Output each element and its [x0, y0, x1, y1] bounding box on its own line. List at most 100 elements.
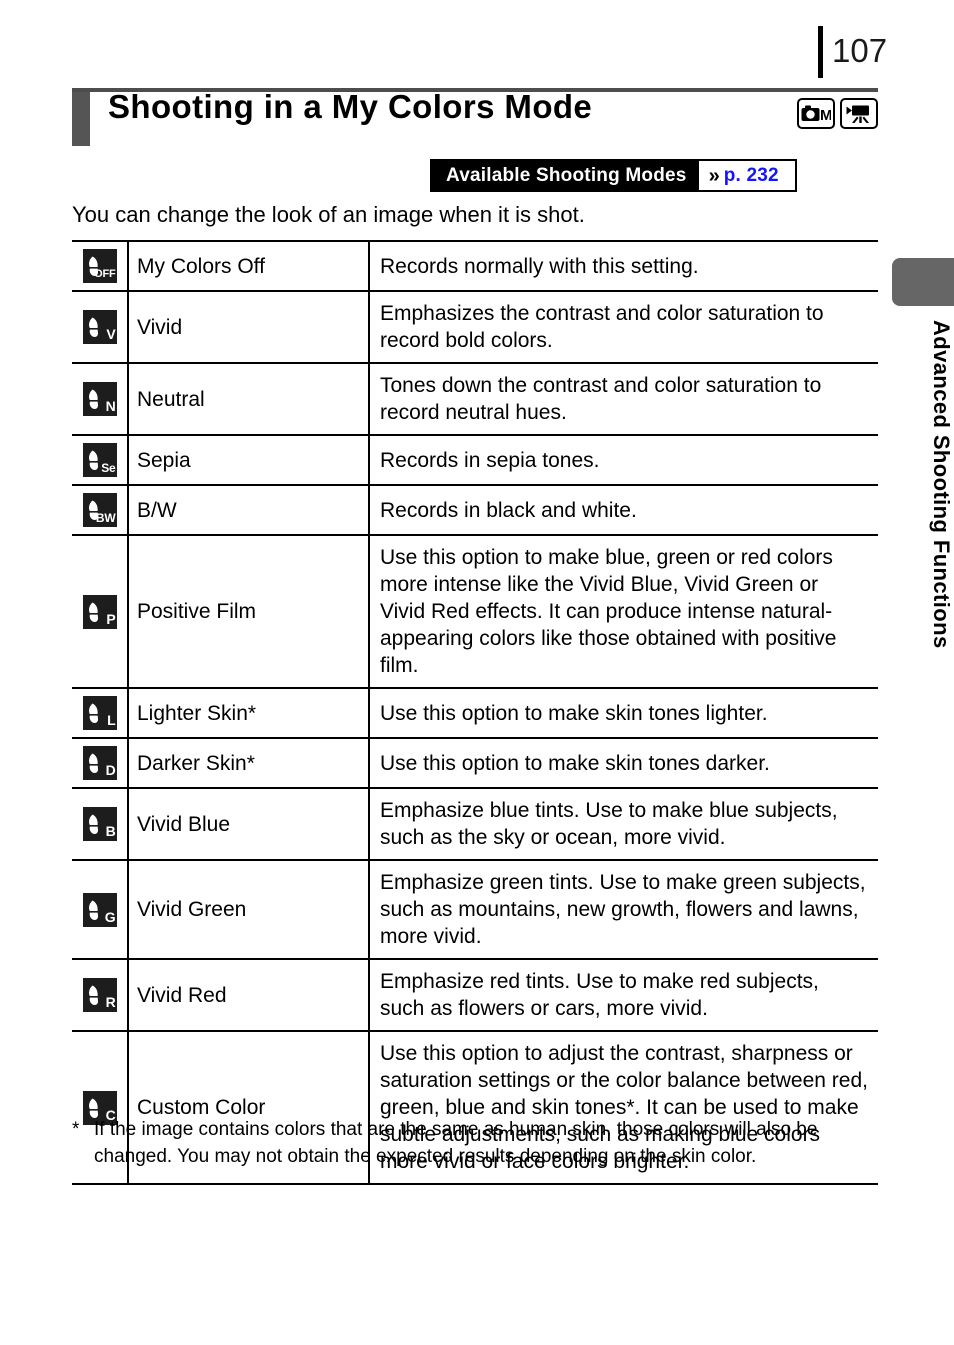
available-shooting-modes-label: Available Shooting Modes	[432, 161, 699, 190]
table-row: V Vivid Emphasizes the contrast and color …	[72, 290, 878, 364]
table-row: BW B/W Records in black and white.	[72, 484, 878, 536]
table-row: P Positive Film Use this option to make bl…	[72, 534, 878, 689]
option-description-cell: Tones down the contrast and color satura…	[369, 362, 878, 436]
page-title: Shooting in a My Colors Mode	[108, 88, 593, 125]
option-description: Records normally with this setting.	[380, 254, 699, 278]
option-name-cell: Vivid	[127, 290, 370, 364]
mode-icons-group: M	[797, 98, 878, 129]
table-row: R Vivid Red Emphasize red tints. Use to ma…	[72, 958, 878, 1032]
option-icon-cell: Se	[72, 434, 128, 486]
chapter-side-tab: Advanced Shooting Functions	[892, 258, 954, 649]
page-header: 107	[0, 18, 954, 78]
title-row: Shooting in a My Colors Mode M	[72, 88, 878, 146]
my-colors-vivid-red-icon: R	[82, 978, 117, 1012]
option-description: Use this option to make blue, green or r…	[380, 546, 837, 677]
my-colors-lighter-skin-icon: L	[82, 696, 117, 730]
my-colors-sepia-icon: Se	[82, 443, 117, 477]
table-row: Se Sepia Records in sepia tones.	[72, 434, 878, 486]
table-row: N Neutral Tones down the contrast and colo…	[72, 362, 878, 436]
option-name: Darker Skin*	[137, 751, 255, 775]
footnote: * If the image contains colors that are …	[72, 1116, 872, 1170]
option-description: Emphasize green tints. Use to make green…	[380, 871, 866, 948]
double-chevron-right-icon: »	[708, 164, 720, 187]
option-description: Records in sepia tones.	[380, 448, 600, 472]
option-name: Sepia	[137, 448, 191, 472]
option-name: My Colors Off	[137, 254, 265, 278]
option-name-cell: Vivid Red	[127, 958, 370, 1032]
intro-paragraph: You can change the look of an image when…	[72, 202, 585, 227]
option-description: Use this option to make skin tones light…	[380, 701, 768, 725]
option-icon-cell: N	[72, 362, 128, 436]
option-name: B/W	[137, 498, 177, 522]
my-colors-neutral-icon: N	[82, 382, 117, 416]
option-name-cell: Vivid Blue	[127, 787, 370, 861]
my-colors-options-body: OFF My Colors Off Records normally with th…	[72, 240, 878, 1185]
option-description: Use this option to make skin tones darke…	[380, 751, 770, 775]
chapter-tab-swatch	[892, 258, 954, 306]
option-description-cell: Records in black and white.	[369, 484, 878, 536]
option-description-cell: Records in sepia tones.	[369, 434, 878, 486]
option-icon-cell: OFF	[72, 240, 128, 292]
option-name-cell: B/W	[127, 484, 370, 536]
option-name: Lighter Skin*	[137, 701, 257, 725]
option-icon-cell: D	[72, 737, 128, 789]
option-description: Records in black and white.	[380, 498, 637, 522]
option-description-cell: Emphasizes the contrast and color satura…	[369, 290, 878, 364]
option-description-cell: Records normally with this setting.	[369, 240, 878, 292]
option-description-cell: Use this option to make blue, green or r…	[369, 534, 878, 689]
available-shooting-modes-reference[interactable]: » p. 232	[698, 161, 795, 190]
option-icon-cell: P	[72, 534, 128, 689]
page-number: 107	[832, 32, 888, 69]
footnote-text: If the image contains colors that are th…	[94, 1119, 818, 1167]
my-colors-off-icon: OFF	[82, 249, 117, 283]
option-icon-cell: V	[72, 290, 128, 364]
my-colors-bw-icon: BW	[82, 493, 117, 527]
option-icon-cell: BW	[72, 484, 128, 536]
option-icon-cell: G	[72, 859, 128, 960]
page-reference-link[interactable]: p. 232	[724, 165, 779, 187]
option-name: Vivid Blue	[137, 812, 231, 836]
my-colors-vivid-green-icon: G	[82, 892, 117, 927]
option-name: Vivid Green	[137, 898, 247, 921]
option-icon-cell: R	[72, 958, 128, 1032]
option-name: Positive Film	[137, 600, 257, 623]
option-name-cell: Positive Film	[127, 534, 370, 689]
option-description-cell: Emphasize green tints. Use to make green…	[369, 859, 878, 960]
option-description-cell: Emphasize blue tints. Use to make blue s…	[369, 787, 878, 861]
page-number-rule	[818, 26, 823, 78]
my-colors-options-table: OFF My Colors Off Records normally with th…	[72, 240, 878, 1185]
title-accent-bar	[72, 92, 90, 146]
option-description-cell: Emphasize red tints. Use to make red sub…	[369, 958, 878, 1032]
my-colors-positive-film-icon: P	[82, 594, 117, 629]
option-name-cell: Lighter Skin*	[127, 687, 370, 739]
option-description: Emphasizes the contrast and color satura…	[380, 302, 824, 352]
table-row: G Vivid Green Emphasize green tints. Use t…	[72, 859, 878, 960]
option-description: Emphasize red tints. Use to make red sub…	[380, 970, 819, 1020]
table-row: D Darker Skin* Use this option to make ski…	[72, 737, 878, 789]
camera-manual-mode-icon: M	[797, 98, 835, 129]
option-description: Emphasize blue tints. Use to make blue s…	[380, 799, 838, 849]
my-colors-darker-skin-icon: D	[82, 746, 117, 780]
my-colors-vivid-blue-icon: B	[82, 807, 117, 841]
my-colors-vivid-icon: V	[82, 310, 117, 344]
option-description-cell: Use this option to make skin tones darke…	[369, 737, 878, 789]
option-name: Vivid	[137, 315, 183, 339]
footnote-marker: *	[72, 1119, 80, 1140]
option-description-cell: Use this option to make skin tones light…	[369, 687, 878, 739]
table-row: B Vivid Blue Emphasize blue tints. Use to …	[72, 787, 878, 861]
option-name-cell: Sepia	[127, 434, 370, 486]
option-name-cell: Neutral	[127, 362, 370, 436]
movie-mode-icon	[840, 98, 878, 129]
option-name-cell: Darker Skin*	[127, 737, 370, 789]
svg-text:M: M	[820, 107, 831, 123]
option-name: Vivid Red	[137, 983, 227, 1007]
option-name: Neutral	[137, 387, 205, 411]
table-row: L Lighter Skin* Use this option to make sk…	[72, 687, 878, 739]
option-description: Tones down the contrast and color satura…	[380, 374, 822, 424]
option-icon-cell: B	[72, 787, 128, 861]
option-name-cell: Vivid Green	[127, 859, 370, 960]
option-name-cell: My Colors Off	[127, 240, 370, 292]
chapter-tab-label: Advanced Shooting Functions	[929, 320, 954, 649]
available-shooting-modes-banner: Available Shooting Modes » p. 232	[430, 159, 797, 192]
option-icon-cell: L	[72, 687, 128, 739]
